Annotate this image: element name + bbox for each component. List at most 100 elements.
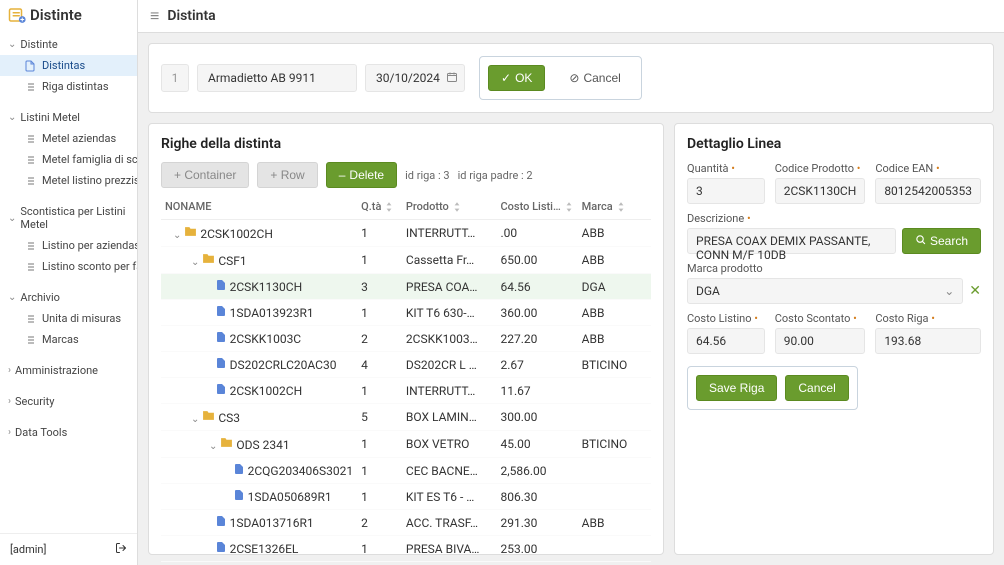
header-actions: ✓ OK ⊘ Cancel: [479, 56, 642, 100]
cell-qta: 1: [357, 458, 402, 484]
cell-name: 2CQG203406S3021: [248, 464, 354, 478]
table-row[interactable]: ⌄ CSF11Cassetta Fr…650.00ABB: [161, 247, 651, 274]
page-title: Distinta: [167, 8, 215, 24]
codice-input[interactable]: 2CSK1130CH: [775, 178, 866, 204]
table-row[interactable]: · 2CSK1130CH3PRESA COA…64.56DGA: [161, 274, 651, 300]
logout-icon[interactable]: [115, 542, 127, 557]
cell-costo: .00: [497, 220, 578, 247]
nav-group-head[interactable]: ⌄Archivio: [0, 287, 137, 308]
delete-button[interactable]: – Delete: [326, 162, 397, 188]
nav-item[interactable]: Metel aziendas: [0, 128, 137, 149]
table-row[interactable]: · 2CSK1002CH1INTERRUTT…11.67: [161, 378, 651, 404]
nav-item[interactable]: Riga distintas: [0, 76, 137, 97]
nav-group-head[interactable]: ›Data Tools: [0, 422, 137, 443]
cell-name: CS3: [218, 411, 240, 425]
chevron-down-icon: ⌄: [944, 284, 954, 298]
cell-name: 2CSK1130CH: [230, 280, 303, 294]
detail-title: Dettaglio Linea: [687, 136, 981, 152]
ok-button[interactable]: ✓ OK: [488, 65, 545, 91]
save-riga-button[interactable]: Save Riga: [696, 375, 777, 401]
table-row[interactable]: ⌄ CS35BOX LAMIN…300.00: [161, 404, 651, 431]
nav-item[interactable]: Listino sconto per famigli…: [0, 256, 137, 277]
add-row-button[interactable]: + Row: [257, 162, 317, 188]
descrizione-input[interactable]: PRESA COAX DEMIX PASSANTE, CONN M/F 10DB: [687, 228, 896, 254]
chevron-right-icon: ›: [8, 427, 11, 438]
col-marca[interactable]: Marca: [578, 194, 651, 220]
col-name[interactable]: NONAME: [161, 194, 357, 220]
nav-item[interactable]: Metel famiglia di scontoes: [0, 149, 137, 170]
cell-prodotto: PRESA BIVA…: [402, 536, 497, 562]
nav-item[interactable]: Listino per aziendas: [0, 235, 137, 256]
cell-marca: [578, 404, 651, 431]
nav-group-head[interactable]: ⌄Distinte: [0, 34, 137, 55]
check-icon: ✓: [501, 71, 511, 85]
table-row[interactable]: · 1SDA013716R12ACC. TRASF…291.30ABB: [161, 510, 651, 536]
listino-input[interactable]: 64.56: [687, 328, 765, 354]
expander-icon[interactable]: ⌄: [191, 257, 199, 268]
table-row[interactable]: · 2CSKK1003C22CSKK1003…227.20ABB: [161, 326, 651, 352]
table-row[interactable]: · 1SDA013923R11KIT T6 630-…360.00ABB: [161, 300, 651, 326]
detail-card: Dettaglio Linea Quantità • 3 Codice Prod…: [674, 123, 994, 555]
clear-marca-icon[interactable]: ✕: [969, 283, 981, 299]
table-row[interactable]: ⌄ 2CSK1002CH1INTERRUTT….00ABB: [161, 220, 651, 247]
expander-icon[interactable]: ⌄: [209, 441, 217, 452]
nav-item[interactable]: Metel listino prezzis: [0, 170, 137, 191]
nav-item[interactable]: Distintas: [0, 55, 137, 76]
chevron-down-icon: ⌄: [8, 292, 16, 303]
cell-marca: ABB: [578, 220, 651, 247]
table-row[interactable]: · 2CQG203406S30211CEC BACNE…2,586.00: [161, 458, 651, 484]
table-header-row: NONAME Q.tà Prodotto Costo Listi…: [161, 194, 651, 220]
table-row[interactable]: · DS202CRLC20AC304DS202CR L …2.67BTICINO: [161, 352, 651, 378]
col-costo[interactable]: Costo Listi…: [497, 194, 578, 220]
folder-icon: [202, 411, 215, 425]
cell-prodotto: INTERRUTT…: [402, 220, 497, 247]
table-row[interactable]: · 1SDA050689R11KIT ES T6 - …806.30: [161, 484, 651, 510]
cell-marca: ABB: [578, 510, 651, 536]
search-button[interactable]: Search: [902, 228, 981, 254]
topbar: ≡ Distinta: [138, 0, 1004, 33]
nav-group-head[interactable]: ⌄Listini Metel: [0, 107, 137, 128]
scontato-input[interactable]: 90.00: [775, 328, 866, 354]
add-container-button[interactable]: + Container: [161, 162, 249, 188]
quantita-input[interactable]: 3: [687, 178, 765, 204]
header-name-field[interactable]: Armadietto AB 9911: [197, 64, 357, 92]
nav-item[interactable]: Marcas: [0, 329, 137, 350]
expander-icon[interactable]: ⌄: [173, 230, 181, 241]
cell-costo: 11.67: [497, 378, 578, 404]
col-prodotto[interactable]: Prodotto: [402, 194, 497, 220]
main: ≡ Distinta 1 Armadietto AB 9911 30/10/20…: [138, 0, 1004, 565]
meta-idrigapadre: id riga padre : 2: [458, 169, 533, 182]
detail-actions: Save Riga Cancel: [687, 366, 858, 410]
sort-icon: [385, 200, 393, 213]
ean-input[interactable]: 8012542005353: [875, 178, 981, 204]
calendar-icon[interactable]: [446, 71, 458, 86]
cell-costo: 253.00: [497, 536, 578, 562]
cell-costo: 45.00: [497, 431, 578, 458]
cancel-riga-button[interactable]: Cancel: [785, 375, 848, 401]
chevron-right-icon: ›: [8, 365, 11, 376]
nav-item[interactable]: Unita di misuras: [0, 308, 137, 329]
cell-qta: 1: [357, 378, 402, 404]
cell-marca: BTICINO: [578, 431, 651, 458]
cancel-button[interactable]: ⊘ Cancel: [557, 66, 632, 90]
descrizione-group: Descrizione • PRESA COAX DEMIX PASSANTE,…: [687, 212, 981, 254]
col-qta[interactable]: Q.tà: [357, 194, 402, 220]
table-row[interactable]: ⌄ ODS 23411BOX VETRO45.00BTICINO: [161, 431, 651, 458]
cell-marca: [578, 536, 651, 562]
expander-icon[interactable]: ⌄: [191, 414, 199, 425]
sort-icon: [565, 200, 573, 213]
header-date-field[interactable]: 30/10/2024: [365, 64, 465, 92]
menu-icon[interactable]: ≡: [150, 6, 159, 26]
nav-group-head[interactable]: ⌄Scontistica per Listini Metel: [0, 201, 137, 235]
nav-group-head[interactable]: ›Amministrazione: [0, 360, 137, 381]
nav-group-head[interactable]: ›Security: [0, 391, 137, 412]
cell-marca: BTICINO: [578, 352, 651, 378]
header-id-field[interactable]: 1: [161, 64, 189, 92]
cell-qta: 5: [357, 404, 402, 431]
cell-costo: 300.00: [497, 404, 578, 431]
table-row[interactable]: · 2CSE1326EL1PRESA BIVA…253.00: [161, 536, 651, 562]
cell-prodotto: CEC BACNE…: [402, 458, 497, 484]
riga-input[interactable]: 193.68: [875, 328, 981, 354]
marca-select[interactable]: DGA ⌄: [687, 278, 963, 304]
cell-prodotto: DS202CR L …: [402, 352, 497, 378]
